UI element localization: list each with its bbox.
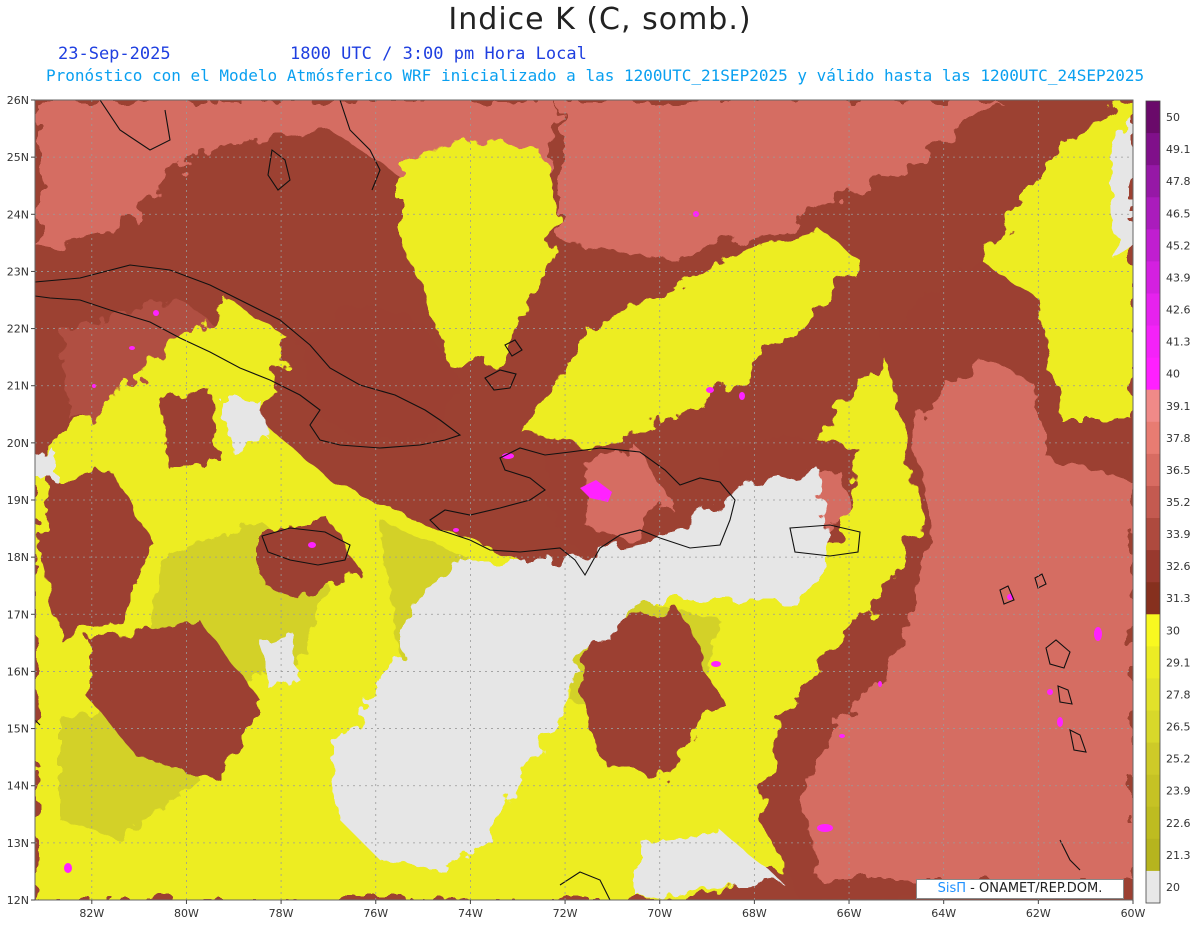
lat-tick-label: 25N <box>7 151 29 164</box>
colorbar-label: 47.8 <box>1166 175 1191 188</box>
lat-tick-label: 19N <box>7 494 29 507</box>
lon-tick-label: 66W <box>837 907 862 920</box>
lat-tick-label: 23N <box>7 265 29 278</box>
lon-tick-label: 82W <box>79 907 104 920</box>
lat-tick-label: 24N <box>7 208 29 221</box>
credit-box: SisΠ - ONAMET/REP.DOM. <box>916 879 1124 899</box>
colorbar-swatch <box>1146 518 1160 551</box>
colorbar-swatch <box>1146 325 1160 359</box>
forecast-time: 1800 UTC / 3:00 pm Hora Local <box>290 44 587 64</box>
colorbar-label: 40 <box>1166 368 1180 381</box>
lat-tick-label: 18N <box>7 551 29 564</box>
colorbar-swatch <box>1146 678 1160 712</box>
lat-tick-label: 22N <box>7 323 29 336</box>
colorbar-label: 29.1 <box>1166 656 1191 669</box>
colorbar-swatch <box>1146 646 1160 679</box>
colorbar-swatch <box>1146 550 1160 583</box>
k-index-field <box>35 100 1133 900</box>
colorbar-label: 35.2 <box>1166 496 1191 509</box>
colorbar-label: 32.6 <box>1166 560 1191 573</box>
lat-tick-label: 12N <box>7 894 29 907</box>
colorbar-label: 33.9 <box>1166 528 1191 541</box>
model-info: Pronóstico con el Modelo Atmósferico WRF… <box>46 66 1145 85</box>
colorbar-label: 27.8 <box>1166 688 1191 701</box>
lon-axis: 82W 80W 78W 76W 74W 72W 70W 68W 66W 64W 62W 60W <box>79 900 1146 920</box>
colorbar-swatch <box>1146 870 1160 904</box>
lat-tick-label: 26N <box>7 94 29 107</box>
lat-tick-label: 17N <box>7 608 29 621</box>
lon-tick-label: 78W <box>269 907 294 920</box>
colorbar-swatch <box>1146 614 1160 647</box>
colorbar-label: 23.9 <box>1166 785 1191 798</box>
colorbar: 50 49.1 47.8 46.5 45.2 43.9 42.6 41.3 40 39.1 37.8… <box>1145 100 1191 904</box>
colorbar-swatch <box>1146 101 1160 134</box>
colorbar-label: 45.2 <box>1166 239 1191 252</box>
colorbar-label: 20 <box>1166 881 1180 894</box>
colorbar-swatch <box>1146 485 1160 519</box>
colorbar-swatch <box>1146 229 1160 262</box>
lat-tick-label: 14N <box>7 780 29 793</box>
colorbar-label: 37.8 <box>1166 432 1191 445</box>
lon-tick-label: 74W <box>458 907 483 920</box>
lon-tick-label: 64W <box>931 907 956 920</box>
lon-tick-label: 70W <box>647 907 672 920</box>
colorbar-swatch <box>1146 293 1160 327</box>
colorbar-swatch <box>1146 133 1160 166</box>
colorbar-label: 25.2 <box>1166 753 1191 766</box>
chart-title: Indice K (C, somb.) <box>448 2 752 37</box>
colorbar-swatch <box>1146 389 1160 423</box>
lon-tick-label: 76W <box>363 907 388 920</box>
colorbar-label: 43.9 <box>1166 271 1191 284</box>
lon-tick-label: 80W <box>174 907 199 920</box>
lat-tick-label: 15N <box>7 723 29 736</box>
colorbar-swatch <box>1146 742 1160 776</box>
map-panel: 26N 25N 24N 23N 22N 21N 20N 19N 18N 17N 16N 15N 14N 1… <box>7 94 1191 920</box>
credit-text: - ONAMET/REP.DOM. <box>970 881 1103 896</box>
colorbar-label: 46.5 <box>1166 207 1191 220</box>
colorbar-label: 36.5 <box>1166 464 1191 477</box>
colorbar-swatch <box>1146 453 1160 487</box>
colorbar-label: 31.3 <box>1166 592 1191 605</box>
colorbar-label: 41.3 <box>1166 336 1191 349</box>
lon-tick-label: 60W <box>1121 907 1146 920</box>
lon-tick-label: 68W <box>742 907 767 920</box>
sis-logo: SisΠ <box>937 881 967 896</box>
colorbar-swatch <box>1146 774 1160 808</box>
colorbar-swatch <box>1146 197 1160 230</box>
colorbar-swatch <box>1146 806 1160 840</box>
colorbar-swatch <box>1146 261 1160 294</box>
colorbar-swatch <box>1146 710 1160 744</box>
colorbar-swatch <box>1146 165 1160 198</box>
colorbar-label: 39.1 <box>1166 400 1191 413</box>
lat-tick-label: 13N <box>7 837 29 850</box>
lat-tick-label: 20N <box>7 437 29 450</box>
lon-tick-label: 62W <box>1026 907 1051 920</box>
lat-tick-label: 16N <box>7 665 29 678</box>
colorbar-label: 22.6 <box>1166 817 1191 830</box>
lon-tick-label: 72W <box>553 907 578 920</box>
colorbar-label: 30 <box>1166 624 1180 637</box>
colorbar-swatch <box>1146 582 1160 615</box>
forecast-date: 23-Sep-2025 <box>58 44 171 64</box>
colorbar-swatch <box>1146 838 1160 872</box>
colorbar-swatch <box>1146 357 1160 391</box>
lat-tick-label: 21N <box>7 380 29 393</box>
lat-axis: 26N 25N 24N 23N 22N 21N 20N 19N 18N 17N 16N 15N 14N 1… <box>7 94 35 907</box>
colorbar-label: 21.3 <box>1166 849 1191 862</box>
colorbar-label: 49.1 <box>1166 143 1191 156</box>
colorbar-swatch <box>1146 421 1160 455</box>
colorbar-label: 26.5 <box>1166 721 1191 734</box>
colorbar-label: 50 <box>1166 111 1180 124</box>
colorbar-label: 42.6 <box>1166 304 1191 317</box>
